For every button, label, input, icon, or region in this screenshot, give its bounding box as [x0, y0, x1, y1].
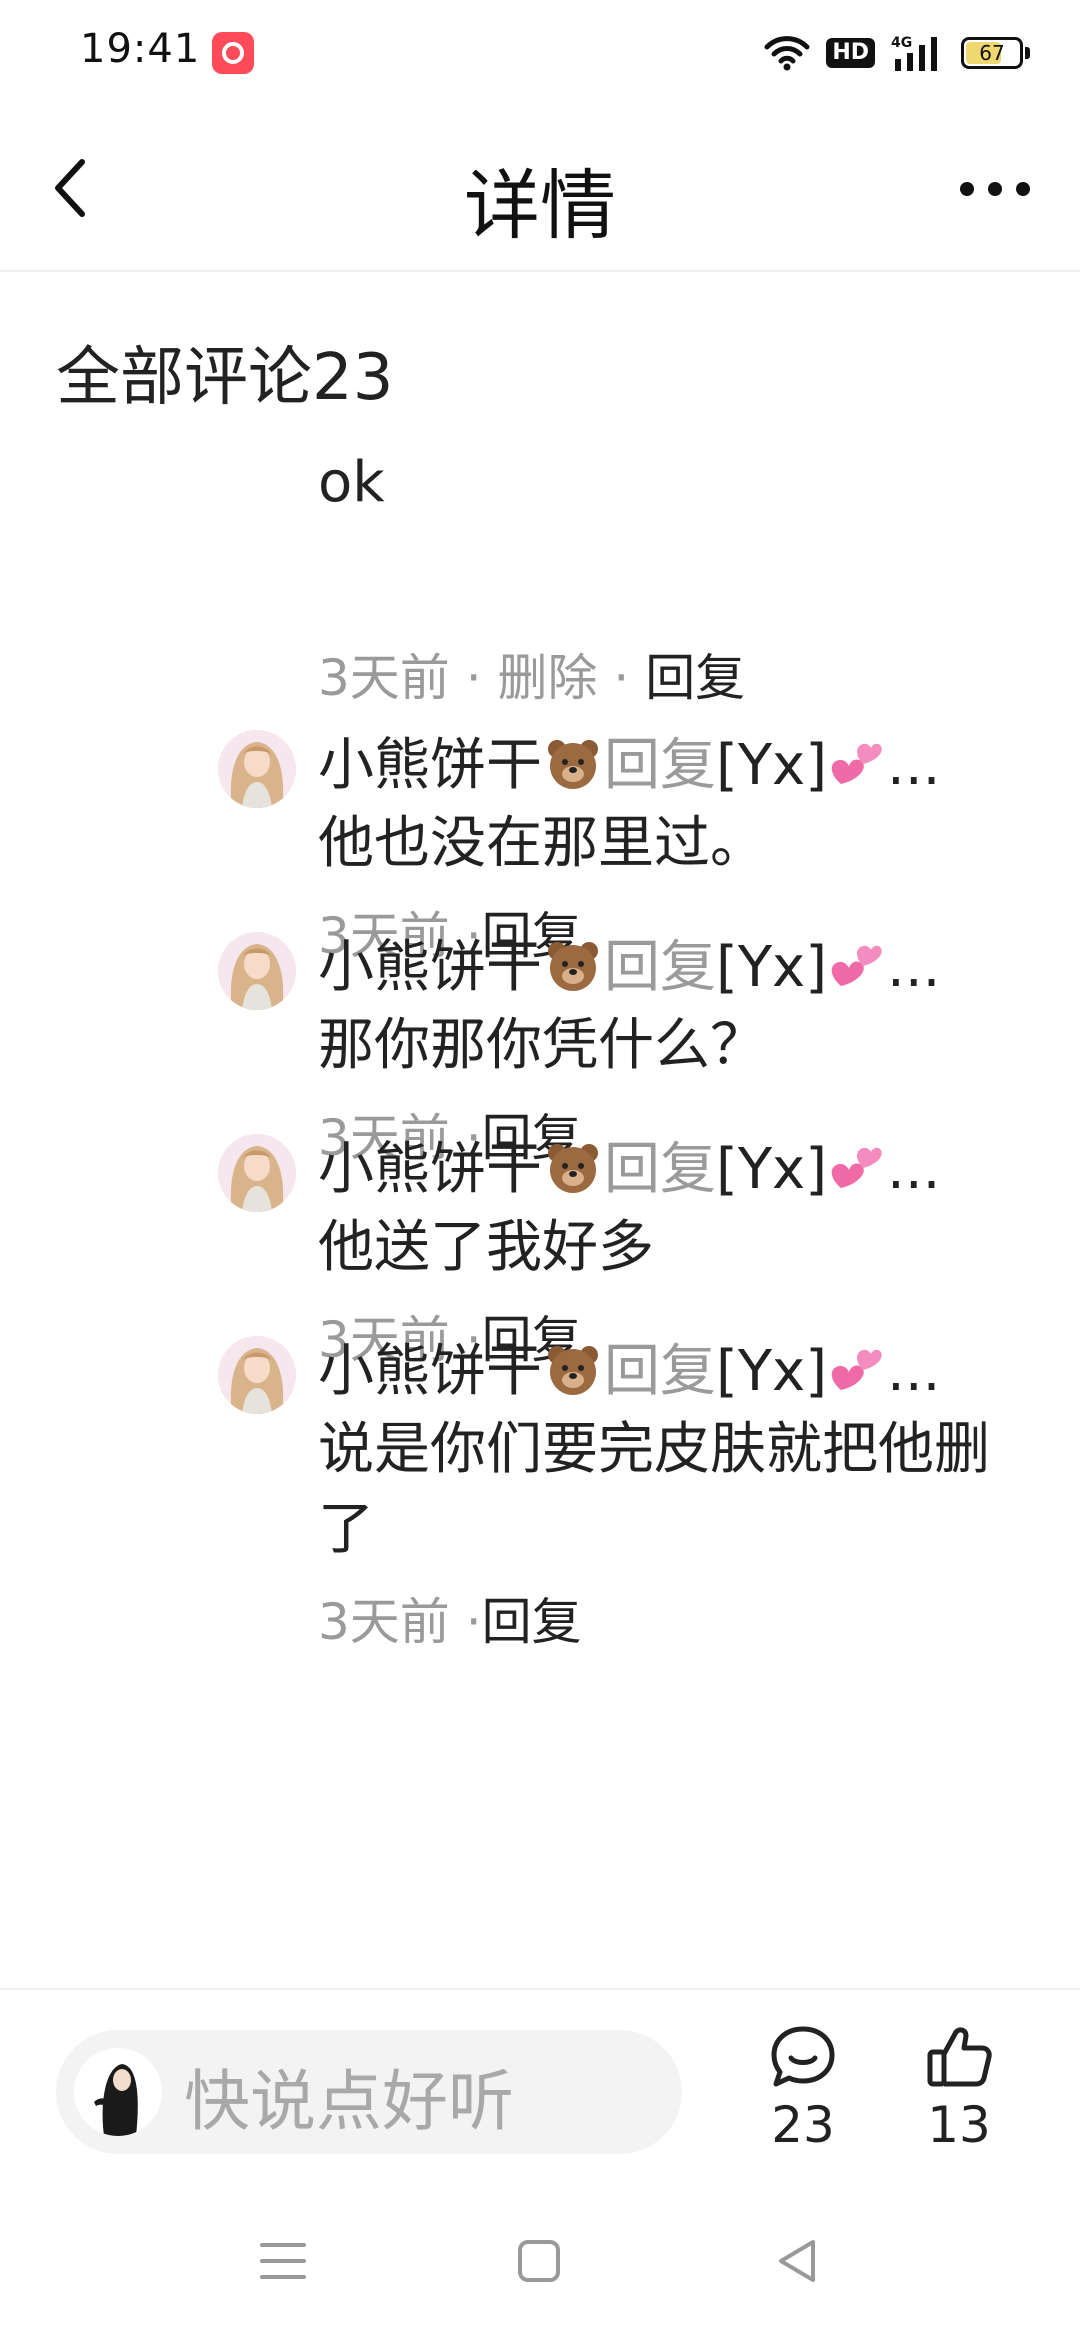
reply-ellipsis: ... [887, 1137, 941, 1202]
input-placeholder: 快说点好听 [184, 2063, 514, 2140]
bear-emoji-icon [548, 1346, 598, 1395]
reply-author[interactable]: 小熊饼干 [318, 935, 542, 1000]
avatar[interactable] [218, 932, 296, 1010]
bear-emoji-icon [548, 1144, 598, 1193]
separator: · [449, 1593, 482, 1651]
status-icons: HD 4G 67 [764, 28, 1030, 78]
reply-ellipsis: ... [887, 935, 941, 1000]
separator: · [597, 649, 646, 707]
app-notification-icon [212, 32, 254, 74]
comment-count: 23 [771, 2096, 835, 2154]
reply-target[interactable]: [Yx] [716, 733, 827, 798]
reply-action: 回复 [604, 733, 716, 798]
reply-ellipsis: ... [887, 733, 941, 798]
status-time: 19:41 [80, 26, 201, 72]
avatar-illustration [218, 1336, 296, 1414]
input-placeholder-overflow: ·· [184, 2138, 209, 2154]
more-horizontal-icon [960, 182, 1030, 196]
reply-text: 他也没在那里过。 [318, 811, 766, 876]
reply-header: 小熊饼干 回复[Yx]... [318, 1130, 1018, 1210]
battery-percent: 67 [979, 41, 1005, 65]
reply-text: 说是你们要完皮肤就把他删了 [318, 1417, 990, 1562]
reply-author[interactable]: 小熊饼干 [318, 1137, 542, 1202]
avatar[interactable] [218, 730, 296, 808]
reply-action: 回复 [604, 1137, 716, 1202]
separator: · [449, 649, 498, 707]
reply-header: 小熊饼干 回复[Yx]... [318, 726, 1018, 806]
hearts-emoji-icon [831, 1147, 882, 1188]
svg-text:4G: 4G [891, 35, 912, 51]
bear-emoji-icon [548, 942, 598, 991]
reply-target[interactable]: [Yx] [716, 1339, 827, 1404]
home-square-icon [518, 2240, 560, 2282]
reply-text: 他送了我好多 [318, 1215, 654, 1280]
page-title: 详情 [464, 161, 616, 250]
comment-bubble-icon [771, 2026, 835, 2087]
menu-icon [260, 2243, 306, 2279]
avatar[interactable] [218, 1336, 296, 1414]
user-avatar-illustration [74, 2048, 162, 2136]
comment-button[interactable]: 23 [748, 2024, 858, 2154]
bottom-bar: 快说点好听 ·· 23 13 [0, 1988, 1080, 2170]
hearts-emoji-icon [831, 945, 882, 986]
reply-button[interactable]: 回复 [482, 1593, 582, 1651]
back-nav-button[interactable] [762, 2226, 832, 2296]
comment-text: ok [318, 450, 385, 515]
reply-time: 3天前 [318, 1593, 450, 1651]
reply-target[interactable]: [Yx] [716, 935, 827, 1000]
reply-header: 小熊饼干 回复[Yx]... [318, 928, 1018, 1008]
avatar[interactable] [218, 1134, 296, 1212]
comment-list[interactable]: ok 3天前 · 删除 · 回复 小熊饼干 回复[Yx]... 他也没在那里过。 … [0, 270, 1080, 1990]
battery-icon: 67 [961, 37, 1023, 69]
reply-ellipsis: ... [887, 1339, 941, 1404]
reply-action: 回复 [604, 935, 716, 1000]
reply-author[interactable]: 小熊饼干 [318, 1339, 542, 1404]
reply-text: 那你那你凭什么？ [318, 1013, 766, 1078]
reply-header: 小熊饼干 回复[Yx]... [318, 1332, 1018, 1412]
avatar-illustration [218, 932, 296, 1010]
page: 19:41 HD 4G 67 详情 全部评论23 ok 3天前 · 删除 · 回… [0, 0, 1080, 2340]
thumbs-up-icon [927, 2027, 992, 2087]
more-button[interactable] [950, 154, 1040, 224]
comment-meta: 3天前 · 删除 · 回复 [318, 638, 745, 710]
comment-time: 3天前 [318, 649, 450, 707]
reply-action: 回复 [604, 1339, 716, 1404]
status-bar: 19:41 HD 4G 67 [0, 0, 1080, 104]
system-nav-bar [0, 2168, 1080, 2340]
user-avatar [74, 2048, 162, 2136]
reply-meta: 3天前 ·回复 [318, 1582, 582, 1654]
like-button[interactable]: 13 [904, 2024, 1014, 2154]
delete-button[interactable]: 删除 [498, 649, 598, 707]
back-triangle-icon [779, 2240, 815, 2282]
hearts-emoji-icon [831, 1349, 882, 1390]
avatar-illustration [218, 1134, 296, 1212]
reply-author[interactable]: 小熊饼干 [318, 733, 542, 798]
like-count: 13 [927, 2096, 991, 2154]
reply-target[interactable]: [Yx] [716, 1137, 827, 1202]
comment-input[interactable]: 快说点好听 ·· [56, 2030, 682, 2154]
battery-tip [1025, 47, 1030, 59]
reply-button[interactable]: 回复 [645, 649, 745, 707]
signal-icon: 4G [891, 35, 937, 71]
avatar-illustration [218, 730, 296, 808]
hd-badge: HD [826, 38, 875, 68]
home-nav-button[interactable] [504, 2226, 574, 2296]
wifi-icon [764, 36, 810, 71]
menu-nav-button[interactable] [248, 2226, 318, 2296]
hearts-emoji-icon [831, 743, 882, 784]
header: 详情 [0, 104, 1080, 272]
bear-emoji-icon [548, 740, 598, 789]
